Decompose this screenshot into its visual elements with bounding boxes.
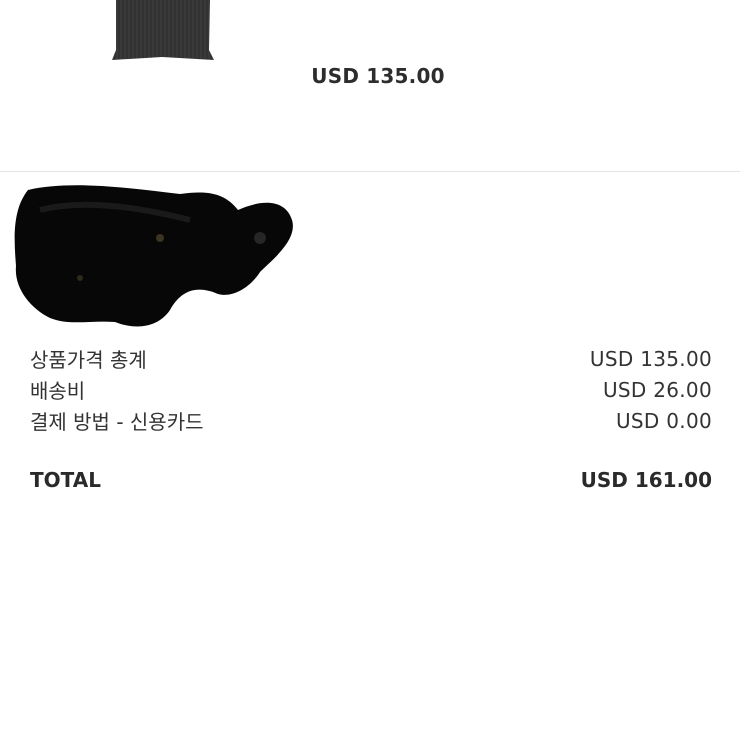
payment-method-value: USD 0.00 [615, 408, 712, 433]
summary-row-total: TOTAL USD 161.00 [30, 464, 712, 496]
summary-row-subtotal: 상품가격 총계 USD 135.00 [30, 343, 712, 374]
summary-row-payment-method: 결제 방법 - 신용카드 USD 0.00 [30, 405, 712, 436]
subtotal-label: 상품가격 총계 [30, 348, 147, 372]
redaction-mark [14, 185, 293, 327]
shipping-value: USD 26.00 [602, 377, 712, 402]
order-summary: 상품가격 총계 USD 135.00 배송비 USD 26.00 결제 방법 -… [30, 343, 712, 496]
total-value: USD 161.00 [580, 468, 712, 492]
product-price: USD 135.00 [311, 64, 445, 88]
summary-row-shipping: 배송비 USD 26.00 [30, 374, 712, 405]
product-image [112, 0, 214, 60]
total-label: TOTAL [30, 468, 101, 492]
shipping-label: 배송비 [30, 379, 86, 403]
subtotal-value: USD 135.00 [589, 346, 712, 371]
section-divider [0, 171, 740, 172]
payment-method-label: 결제 방법 - 신용카드 [30, 410, 204, 434]
